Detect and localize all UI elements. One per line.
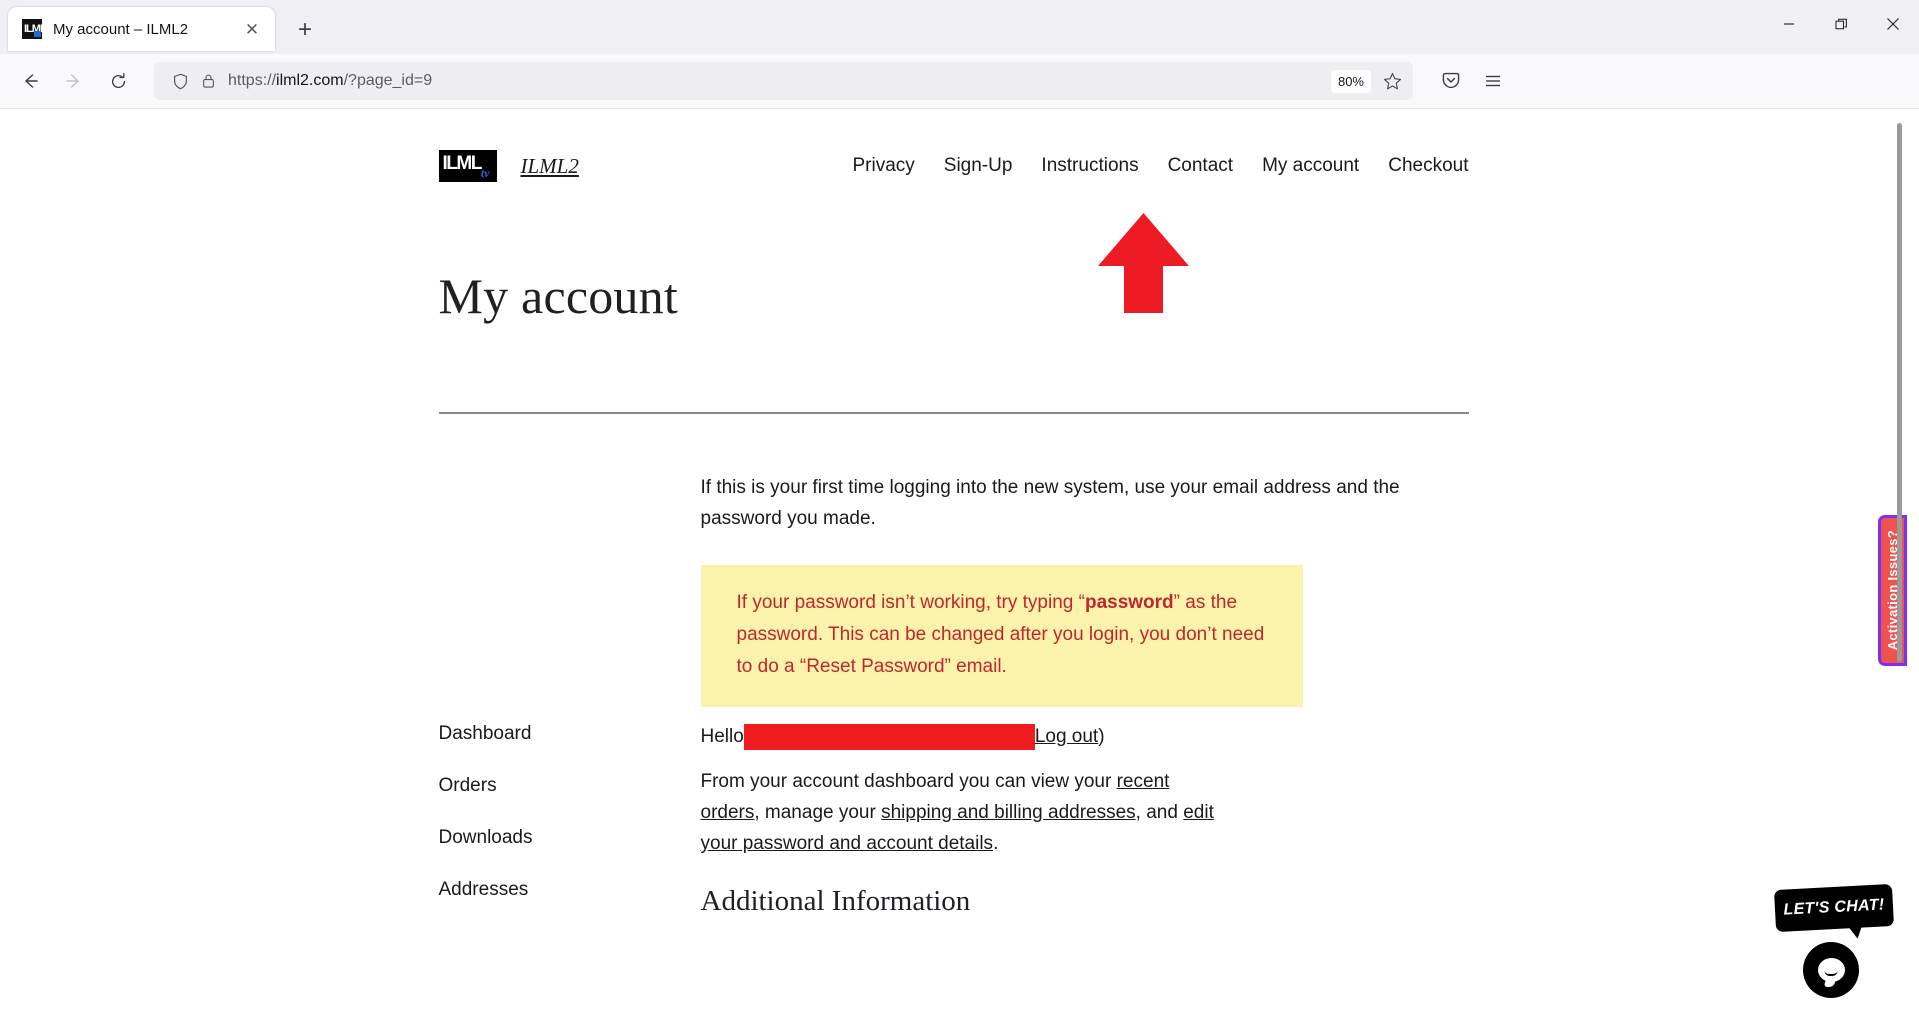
chat-bubble-icon[interactable] <box>1803 942 1859 998</box>
browser-window: ILML My account – ILML2 ✕ + <box>0 0 1919 1017</box>
new-tab-button[interactable]: + <box>287 12 323 48</box>
site-navigation: Privacy Sign-Up Instructions Contact My … <box>852 155 1468 177</box>
sidebar-item-addresses[interactable]: Addresses <box>439 879 701 901</box>
star-icon[interactable] <box>1377 66 1407 96</box>
url-host: ilml2.com <box>276 72 344 89</box>
nav-item-instructions[interactable]: Instructions <box>1041 155 1138 177</box>
sidebar-item-orders[interactable]: Orders <box>439 775 701 797</box>
back-arrow-icon[interactable] <box>10 61 50 101</box>
dashboard-text-part3: , and <box>1135 802 1184 823</box>
nav-item-sign-up[interactable]: Sign-Up <box>944 155 1013 177</box>
password-notice-box: If your password isn’t working, try typi… <box>700 565 1303 707</box>
close-tab-icon[interactable]: ✕ <box>239 16 265 42</box>
browser-tab[interactable]: ILML My account – ILML2 ✕ <box>8 7 275 51</box>
account-sidebar-nav: Dashboard Orders Downloads Addresses <box>439 723 701 931</box>
notice-emphasis: password <box>1084 592 1174 613</box>
tab-title: My account – ILML2 <box>53 20 189 38</box>
shipping-billing-addresses-link[interactable]: shipping and billing addresses <box>881 802 1136 823</box>
minimize-icon[interactable] <box>1763 0 1815 48</box>
nav-item-my-account[interactable]: My account <box>1262 155 1359 177</box>
page-scrollbar[interactable] <box>1893 109 1905 1017</box>
chat-widget[interactable]: LET'S CHAT! <box>1773 883 1895 1017</box>
zoom-level-indicator[interactable]: 80% <box>1330 69 1371 93</box>
scrollbar-thumb[interactable] <box>1897 123 1902 662</box>
shield-icon[interactable] <box>166 67 194 95</box>
red-up-arrow-annotation <box>1096 211 1191 315</box>
restore-icon[interactable] <box>1815 0 1867 48</box>
nav-item-contact[interactable]: Contact <box>1168 155 1233 177</box>
logo-text: ILML <box>442 153 483 174</box>
hello-greeting: Hello <box>700 726 744 747</box>
dashboard-text-part4: . <box>993 833 999 854</box>
intro-paragraph: If this is your first time logging into … <box>700 477 1400 529</box>
reload-icon[interactable] <box>98 61 138 101</box>
toolbar-right-group <box>1431 61 1515 101</box>
account-main-content: Hello Log out) From your account dashboar… <box>701 723 1405 931</box>
dashboard-text-part1: From your account dashboard you can view… <box>700 771 1117 792</box>
sidebar-item-dashboard[interactable]: Dashboard <box>439 723 701 745</box>
site-container: ILML tv ILML2 Privacy Sign-Up Instructio… <box>438 109 1469 931</box>
hamburger-menu-icon[interactable] <box>1473 61 1513 101</box>
url-text[interactable]: https://ilml2.com/?page_id=9 <box>222 72 1331 90</box>
address-bar[interactable]: https://ilml2.com/?page_id=9 80% <box>154 62 1413 100</box>
site-logo[interactable]: ILML tv <box>438 150 497 182</box>
url-path: /?page_id=9 <box>343 72 433 89</box>
log-out-link[interactable]: Log out <box>1035 726 1098 748</box>
forward-arrow-icon <box>54 61 94 101</box>
chat-bubble-label: LET'S CHAT! <box>1783 896 1885 919</box>
web-page: ILML tv ILML2 Privacy Sign-Up Instructio… <box>0 109 1907 1017</box>
redacted-username <box>743 724 1035 750</box>
notice-text-part1: If your password isn’t working, try typi… <box>736 592 1085 613</box>
page-viewport: ILML tv ILML2 Privacy Sign-Up Instructio… <box>0 109 1919 1017</box>
pocket-save-icon[interactable] <box>1431 61 1471 101</box>
sidebar-item-downloads[interactable]: Downloads <box>439 827 701 849</box>
padlock-icon[interactable] <box>194 67 222 95</box>
navigation-toolbar: https://ilml2.com/?page_id=9 80% <box>0 54 1919 109</box>
tab-strip: ILML My account – ILML2 ✕ + <box>0 0 1919 54</box>
site-header: ILML tv ILML2 Privacy Sign-Up Instructio… <box>438 115 1469 207</box>
close-icon[interactable] <box>1867 0 1919 48</box>
account-section: Dashboard Orders Downloads Addresses Hel… <box>439 723 1405 931</box>
dashboard-text-part2: , manage your <box>754 802 882 823</box>
nav-item-checkout[interactable]: Checkout <box>1388 155 1468 177</box>
url-scheme: https:// <box>228 72 277 89</box>
chat-bubble-banner[interactable]: LET'S CHAT! <box>1773 883 1895 933</box>
page-title: My account <box>438 268 678 324</box>
logo-tv-mark: tv <box>480 166 490 180</box>
content-column: If this is your first time logging into … <box>439 414 1405 931</box>
hello-line: Hello Log out) <box>701 723 1405 751</box>
nav-item-privacy[interactable]: Privacy <box>852 155 914 177</box>
ilml-favicon: ILML <box>22 19 42 39</box>
hello-closing-paren: ) <box>1098 726 1105 747</box>
site-title-link[interactable]: ILML2 <box>521 154 579 179</box>
additional-information-heading: Additional Information <box>700 885 971 917</box>
window-controls <box>1763 0 1919 48</box>
dashboard-description: From your account dashboard you can view… <box>701 766 1221 859</box>
